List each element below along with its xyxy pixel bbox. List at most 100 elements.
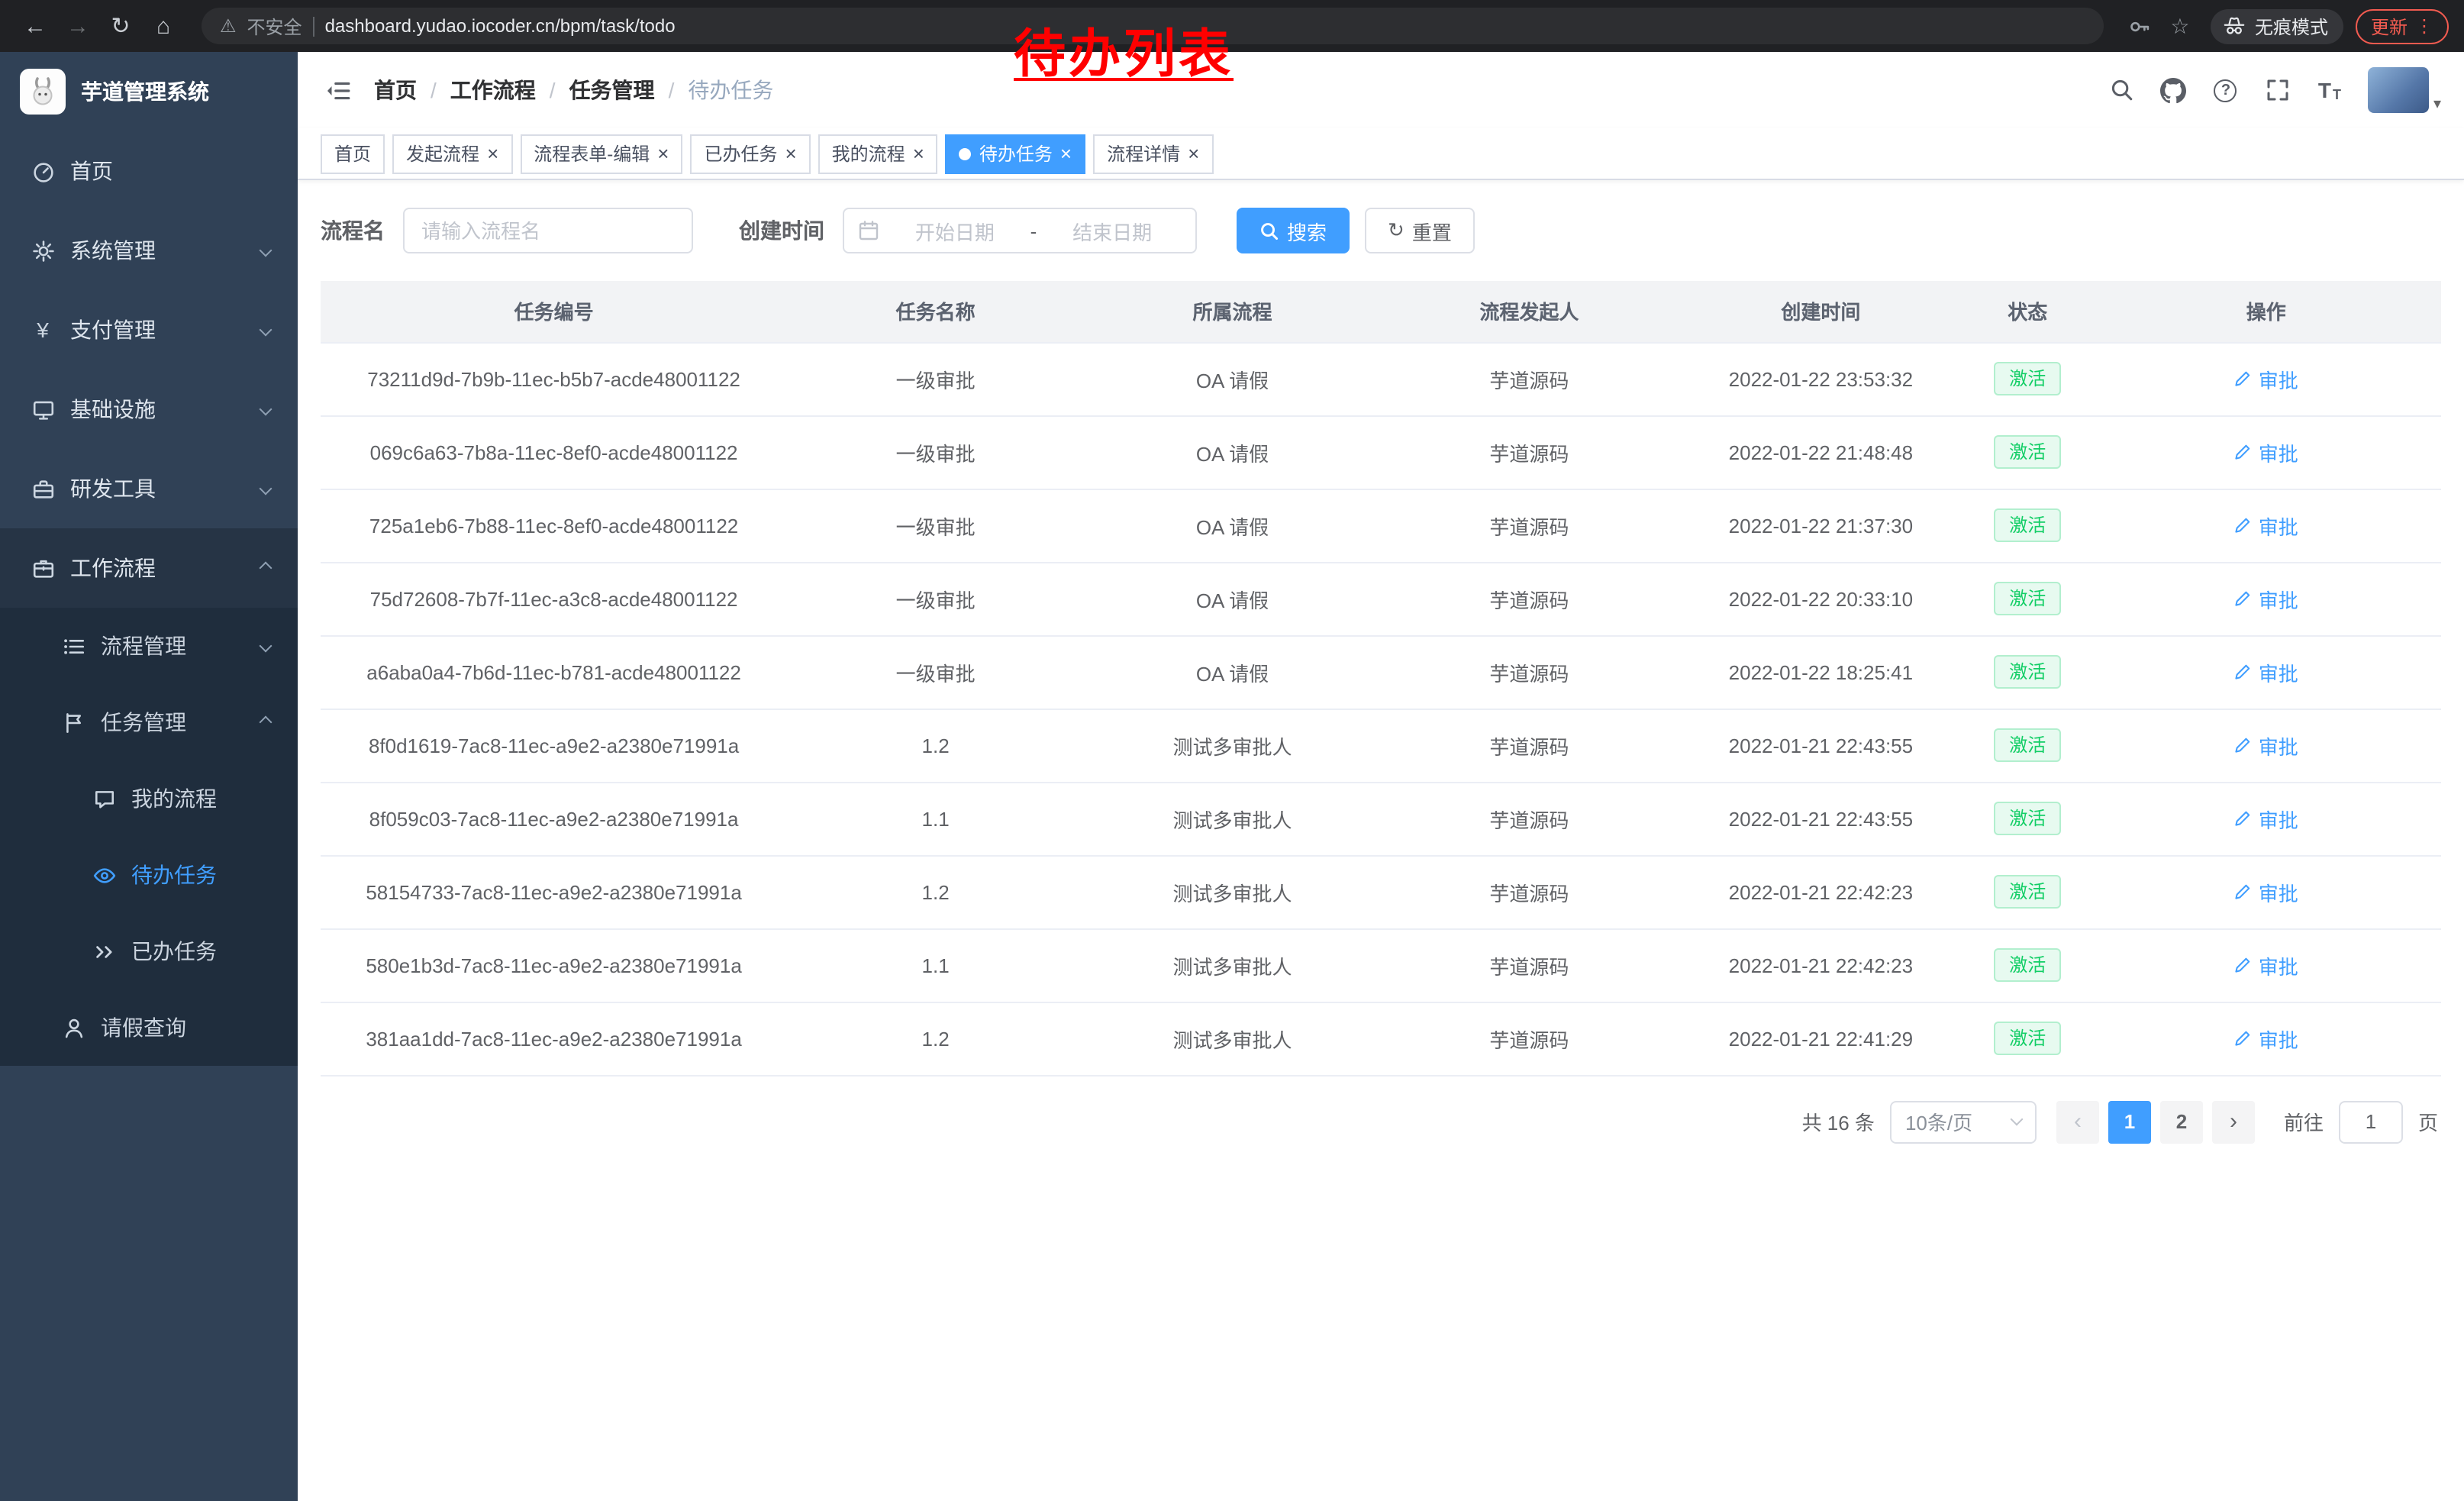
sidebar-item-task-mgmt[interactable]: 任务管理	[0, 684, 298, 760]
page-size-select[interactable]: 10条/页	[1890, 1100, 2037, 1143]
close-icon[interactable]: ×	[1188, 144, 1199, 163]
cell-created: 2022-01-22 20:33:10	[1678, 562, 1964, 635]
table-row[interactable]: a6aba0a4-7b6d-11ec-b781-acde48001122 一级审…	[321, 635, 2441, 709]
tab-done-task[interactable]: 已办任务 ×	[690, 134, 810, 173]
cell-initiator: 芋道源码	[1381, 342, 1678, 415]
tags-view: 首页 发起流程 × 流程表单-编辑 × 已办任务 × 我的流程 ×	[298, 128, 2464, 180]
user-avatar[interactable]: ▾	[2368, 67, 2441, 113]
cell-task-id: 580e1b3d-7ac8-11ec-a9e2-a2380e71991a	[321, 928, 787, 1002]
page-unit-label: 页	[2418, 1107, 2438, 1136]
sidebar-item-process-mgmt[interactable]: 流程管理	[0, 608, 298, 684]
table-row[interactable]: 73211d9d-7b9b-11ec-b5b7-acde48001122 一级审…	[321, 342, 2441, 415]
sidebar-item-workflow[interactable]: 工作流程	[0, 528, 298, 608]
close-icon[interactable]: ×	[913, 144, 924, 163]
font-size-icon[interactable]: T T	[2307, 67, 2353, 113]
browser-back-button[interactable]: ←	[15, 6, 55, 46]
close-icon[interactable]: ×	[1060, 144, 1072, 163]
table-row[interactable]: 75d72608-7b7f-11ec-a3c8-acde48001122 一级审…	[321, 562, 2441, 635]
approve-label: 审批	[2259, 804, 2298, 833]
bookmark-star-icon[interactable]: ☆	[2162, 8, 2198, 44]
goto-page-input[interactable]	[2339, 1100, 2403, 1143]
menu-dots-icon[interactable]: ⋮	[2415, 15, 2433, 37]
sidebar-item-done-task[interactable]: 已办任务	[0, 913, 298, 989]
cell-action: 审批	[2091, 489, 2441, 562]
approve-link[interactable]: 审批	[2234, 364, 2298, 393]
page-button-2[interactable]: 2	[2160, 1100, 2203, 1143]
sidebar-item-payment[interactable]: ¥ 支付管理	[0, 290, 298, 370]
approve-link[interactable]: 审批	[2234, 877, 2298, 906]
sidebar-item-system[interactable]: 系统管理	[0, 211, 298, 290]
close-icon[interactable]: ×	[785, 144, 796, 163]
fullscreen-icon[interactable]	[2255, 67, 2301, 113]
browser-reload-button[interactable]: ↻	[101, 6, 140, 46]
key-icon[interactable]	[2122, 8, 2159, 44]
table-row[interactable]: 580e1b3d-7ac8-11ec-a9e2-a2380e71991a 1.1…	[321, 928, 2441, 1002]
approve-link[interactable]: 审批	[2234, 731, 2298, 760]
cell-created: 2022-01-21 22:42:23	[1678, 928, 1964, 1002]
reset-button[interactable]: ↻ 重置	[1365, 208, 1475, 253]
sidebar-collapse-icon[interactable]	[310, 63, 365, 118]
navbar-tools: ? T T ▾	[2099, 67, 2441, 113]
table-row[interactable]: 069c6a63-7b8a-11ec-8ef0-acde48001122 一级审…	[321, 415, 2441, 489]
sidebar-item-devtools[interactable]: 研发工具	[0, 449, 298, 528]
approve-link[interactable]: 审批	[2234, 657, 2298, 686]
process-name-input[interactable]	[403, 208, 693, 253]
update-label: 更新	[2371, 13, 2408, 39]
breadcrumb-item[interactable]: 首页	[374, 75, 417, 105]
table-row[interactable]: 58154733-7ac8-11ec-a9e2-a2380e71991a 1.2…	[321, 855, 2441, 928]
breadcrumb-item[interactable]: 工作流程	[450, 75, 536, 105]
app-frame: 芋道管理系统 首页 系统管理 ¥ 支付管	[0, 52, 2464, 1501]
cell-action: 审批	[2091, 928, 2441, 1002]
approve-link[interactable]: 审批	[2234, 951, 2298, 980]
prev-page-button[interactable]: ‹	[2056, 1100, 2099, 1143]
sidebar-item-home[interactable]: 首页	[0, 131, 298, 211]
sidebar-item-my-process[interactable]: 我的流程	[0, 760, 298, 837]
cell-process: OA 请假	[1084, 562, 1381, 635]
next-page-button[interactable]: ›	[2212, 1100, 2255, 1143]
page-button-1[interactable]: 1	[2108, 1100, 2151, 1143]
breadcrumb-item[interactable]: 任务管理	[569, 75, 655, 105]
update-button[interactable]: 更新 ⋮	[2356, 8, 2449, 44]
date-range-picker[interactable]: 开始日期 - 结束日期	[843, 208, 1197, 253]
search-icon	[1259, 221, 1279, 240]
table-row[interactable]: 8f0d1619-7ac8-11ec-a9e2-a2380e71991a 1.2…	[321, 709, 2441, 782]
approve-link[interactable]: 审批	[2234, 1024, 2298, 1053]
table-header-row: 任务编号 任务名称 所属流程 流程发起人 创建时间 状态 操作	[321, 281, 2441, 342]
search-icon[interactable]	[2099, 67, 2145, 113]
table-row[interactable]: 381aa1dd-7ac8-11ec-a9e2-a2380e71991a 1.2…	[321, 1002, 2441, 1075]
tab-todo-task[interactable]: 待办任务 ×	[946, 134, 1085, 173]
approve-link[interactable]: 审批	[2234, 804, 2298, 833]
close-icon[interactable]: ×	[487, 144, 498, 163]
tab-process-form-edit[interactable]: 流程表单-编辑 ×	[520, 134, 682, 173]
tab-my-process[interactable]: 我的流程 ×	[818, 134, 938, 173]
tab-label: 我的流程	[832, 140, 905, 166]
tab-process-detail[interactable]: 流程详情 ×	[1093, 134, 1213, 173]
security-label[interactable]: 不安全	[247, 13, 302, 39]
sidebar-item-infrastructure[interactable]: 基础设施	[0, 370, 298, 449]
table-row[interactable]: 725a1eb6-7b88-11ec-8ef0-acde48001122 一级审…	[321, 489, 2441, 562]
incognito-icon	[2223, 15, 2246, 37]
help-icon[interactable]: ?	[2203, 67, 2249, 113]
edit-icon	[2234, 589, 2253, 608]
tab-home[interactable]: 首页	[321, 134, 385, 173]
app-logo: 芋道管理系统	[0, 52, 298, 131]
cell-task-name: 1.2	[787, 855, 1084, 928]
sidebar-item-todo-task[interactable]: 待办任务	[0, 837, 298, 913]
search-button[interactable]: 搜索	[1237, 208, 1350, 253]
browser-home-button[interactable]: ⌂	[144, 6, 183, 46]
table-row[interactable]: 8f059c03-7ac8-11ec-a9e2-a2380e71991a 1.1…	[321, 782, 2441, 855]
approve-link[interactable]: 审批	[2234, 437, 2298, 466]
approve-link[interactable]: 审批	[2234, 584, 2298, 613]
status-badge: 激活	[1994, 508, 2061, 543]
approve-link[interactable]: 审批	[2234, 511, 2298, 540]
sidebar-item-label: 流程管理	[101, 631, 186, 661]
cell-created: 2022-01-21 22:41:29	[1678, 1002, 1964, 1075]
cell-task-name: 一级审批	[787, 415, 1084, 489]
status-badge: 激活	[1994, 728, 2061, 763]
close-icon[interactable]: ×	[657, 144, 669, 163]
tab-start-process[interactable]: 发起流程 ×	[392, 134, 512, 173]
github-icon[interactable]	[2151, 67, 2197, 113]
chevron-down-icon	[260, 640, 273, 653]
sidebar-item-leave-query[interactable]: 请假查询	[0, 989, 298, 1066]
browser-forward-button[interactable]: →	[58, 6, 98, 46]
